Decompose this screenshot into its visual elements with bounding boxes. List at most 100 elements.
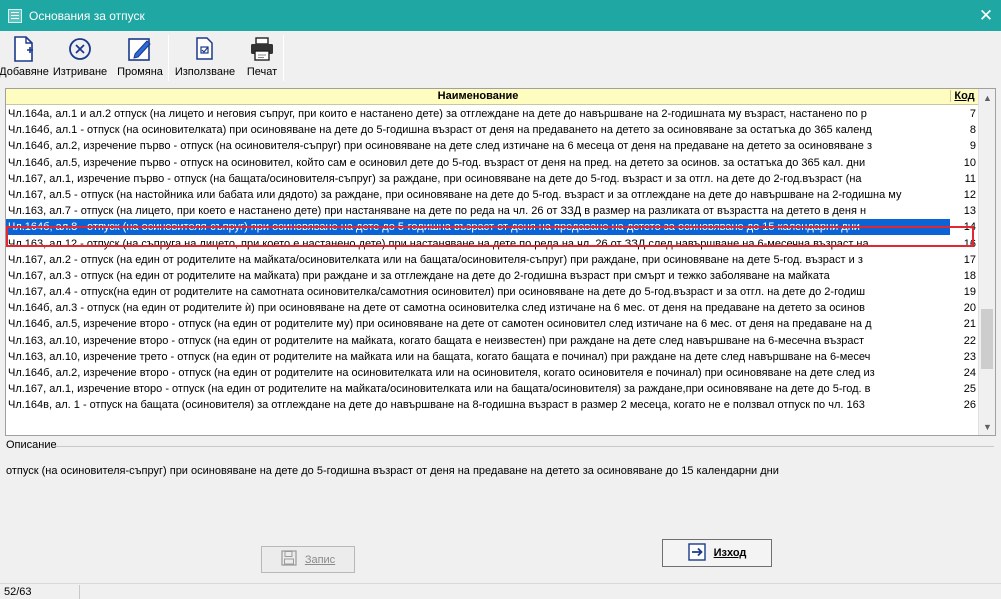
toolbar: Добавяне Изтриване Промяна Използване Пе… bbox=[0, 31, 1001, 86]
table-row[interactable]: Чл.164б, ал.3 - отпуск (на един от родит… bbox=[6, 300, 978, 316]
row-name-cell: Чл.163, ал.10, изречение второ - отпуск … bbox=[8, 334, 865, 347]
row-code-cell: 18 bbox=[963, 269, 976, 282]
description-divider bbox=[56, 446, 994, 447]
print-button[interactable]: Печат bbox=[241, 31, 283, 83]
row-name-cell: Чл.167, ал.1, изречение първо - отпуск (… bbox=[8, 172, 862, 185]
use-label: Използване bbox=[174, 66, 236, 78]
app-icon bbox=[8, 8, 22, 23]
row-name-cell: Чл.163, ал.12 - отпуск (на съпруга на ли… bbox=[8, 237, 869, 250]
row-code-cell: 14 bbox=[963, 221, 976, 234]
row-name-cell: Чл.164а, ал.1 и ал.2 отпуск (на лицето и… bbox=[8, 108, 867, 120]
edit-label: Промяна bbox=[117, 66, 163, 78]
row-name-cell: Чл.163, ал.10, изречение трето - отпуск … bbox=[8, 350, 871, 363]
row-name-cell: Чл.164б, ал.3 - отпуск (на един от родит… bbox=[8, 302, 865, 315]
description-label: Описание bbox=[6, 439, 57, 451]
toolbar-separator bbox=[283, 35, 284, 81]
exit-button[interactable]: Изход bbox=[662, 539, 772, 567]
table-row[interactable]: Чл.167, ал.3 - отпуск (на един от родите… bbox=[6, 268, 978, 284]
row-code-cell: 19 bbox=[963, 286, 976, 299]
printer-icon bbox=[247, 35, 277, 63]
grid-rows: Чл.164а, ал.1 и ал.2 отпуск (на лицето и… bbox=[6, 106, 978, 414]
table-row[interactable]: Чл.163, ал.12 - отпуск (на съпруга на ли… bbox=[6, 236, 978, 252]
table-row[interactable]: Чл.164б, ал.5, изречение второ - отпуск … bbox=[6, 316, 978, 332]
window-title: Основания за отпуск bbox=[29, 8, 145, 23]
row-code-cell: 20 bbox=[963, 302, 976, 315]
table-row[interactable]: Чл.167, ал.2 - отпуск (на един от родите… bbox=[6, 252, 978, 268]
column-header-name[interactable]: Наименование bbox=[6, 90, 950, 102]
use-button[interactable]: Използване bbox=[171, 31, 239, 83]
delete-button[interactable]: Изтриване bbox=[50, 31, 110, 83]
row-name-cell: Чл.164в, ал. 1 - отпуск на бащата (осино… bbox=[8, 399, 865, 412]
row-code-cell: 7 bbox=[969, 108, 976, 120]
table-row[interactable]: Чл.163, ал.7 - отпуск (на лицето, при ко… bbox=[6, 203, 978, 219]
vertical-scrollbar[interactable]: ▲ ▼ bbox=[978, 89, 995, 435]
table-row[interactable]: Чл.164б, ал.2, изречение първо - отпуск … bbox=[6, 138, 978, 154]
row-code-cell: 25 bbox=[963, 383, 976, 396]
status-separator bbox=[79, 585, 80, 599]
column-header-code[interactable]: Код bbox=[950, 90, 978, 102]
row-code-cell: 24 bbox=[963, 367, 976, 379]
scroll-up-icon[interactable]: ▲ bbox=[979, 89, 995, 106]
row-name-cell: Чл.167, ал.4 - отпуск(на един от родител… bbox=[8, 286, 866, 299]
row-code-cell: 17 bbox=[963, 253, 976, 266]
row-code-cell: 22 bbox=[963, 334, 976, 347]
table-row[interactable]: Чл.164в, ал. 1 - отпуск на бащата (осино… bbox=[6, 397, 978, 413]
row-code-cell: 11 bbox=[964, 172, 976, 185]
scroll-thumb[interactable] bbox=[981, 309, 993, 369]
table-row[interactable]: Чл.167, ал.1, изречение първо - отпуск (… bbox=[6, 171, 978, 187]
exit-label: Изход bbox=[713, 547, 747, 559]
edit-button[interactable]: Промяна bbox=[112, 31, 168, 83]
leave-reasons-grid[interactable]: Наименование Код Чл.164а, ал.1 и ал.2 от… bbox=[5, 88, 996, 436]
new-document-icon bbox=[9, 35, 39, 63]
save-button[interactable]: Запис bbox=[261, 546, 355, 573]
row-name-cell: Чл.164б, ал.5, изречение второ - отпуск … bbox=[8, 318, 872, 331]
table-row[interactable]: Чл.163, ал.10, изречение трето - отпуск … bbox=[6, 349, 978, 365]
record-position: 52/63 bbox=[4, 586, 32, 598]
table-row[interactable]: Чл.167, ал.4 - отпуск(на един от родител… bbox=[6, 284, 978, 300]
delete-label: Изтриване bbox=[52, 66, 108, 78]
exit-arrow-icon bbox=[687, 542, 706, 564]
table-row[interactable]: Чл.164б, ал.5, изречение първо - отпуск … bbox=[6, 155, 978, 171]
row-code-cell: 13 bbox=[963, 205, 976, 218]
row-name-cell: Чл.167, ал.2 - отпуск (на един от родите… bbox=[8, 253, 863, 266]
document-check-icon bbox=[190, 35, 220, 63]
row-name-cell: Чл.164б, ал.5, изречение първо - отпуск … bbox=[8, 156, 866, 169]
grid-header: Наименование Код bbox=[6, 89, 978, 105]
add-button[interactable]: Добавяне bbox=[0, 31, 49, 83]
row-name-cell: Чл.164б, ал.2, изречение второ - отпуск … bbox=[8, 367, 875, 379]
table-row[interactable]: Чл.164а, ал.1 и ал.2 отпуск (на лицето и… bbox=[6, 106, 978, 122]
row-name-cell: Чл.163, ал.7 - отпуск (на лицето, при ко… bbox=[8, 205, 867, 218]
row-code-cell: 12 bbox=[963, 188, 976, 201]
add-label: Добавяне bbox=[0, 66, 49, 78]
table-row-selected[interactable]: Чл.164б, ал.8 - отпуск (на осиновителя-с… bbox=[6, 219, 978, 236]
table-row[interactable]: Чл.163, ал.10, изречение второ - отпуск … bbox=[6, 333, 978, 349]
row-name-cell: Чл.167, ал.3 - отпуск (на един от родите… bbox=[8, 269, 830, 282]
table-row[interactable]: Чл.164б, ал.1 - отпуск (на осиновителкат… bbox=[6, 122, 978, 138]
row-code-cell: 21 bbox=[963, 318, 976, 331]
floppy-disk-icon bbox=[281, 550, 297, 569]
title-bar: Основания за отпуск ✕ bbox=[0, 0, 1001, 31]
row-code-cell: 10 bbox=[963, 156, 976, 169]
toolbar-separator bbox=[168, 35, 169, 81]
delete-circle-icon bbox=[65, 35, 95, 63]
row-name-cell: Чл.164б, ал.2, изречение първо - отпуск … bbox=[8, 140, 872, 153]
description-text: отпуск (на осиновителя-съпруг) при осино… bbox=[6, 465, 779, 477]
row-name-cell: Чл.167, ал.5 - отпуск (на настойника или… bbox=[8, 188, 902, 201]
row-name-cell: Чл.164б, ал.8 - отпуск (на осиновителя-с… bbox=[6, 219, 950, 236]
status-bar: 52/63 bbox=[0, 583, 1001, 599]
table-row[interactable]: Чл.167, ал.1, изречение второ - отпуск (… bbox=[6, 381, 978, 397]
row-name-cell: Чл.167, ал.1, изречение второ - отпуск (… bbox=[8, 383, 871, 396]
scroll-down-icon[interactable]: ▼ bbox=[979, 418, 995, 435]
row-code-cell: 26 bbox=[963, 399, 976, 412]
table-row[interactable]: Чл.167, ал.5 - отпуск (на настойника или… bbox=[6, 187, 978, 203]
save-label: Запис bbox=[304, 553, 336, 566]
table-row[interactable]: Чл.164б, ал.2, изречение второ - отпуск … bbox=[6, 365, 978, 381]
row-code-cell: 9 bbox=[969, 140, 976, 153]
row-code-cell: 8 bbox=[969, 124, 976, 137]
close-icon[interactable]: ✕ bbox=[971, 0, 1001, 31]
pencil-edit-icon bbox=[125, 35, 155, 63]
row-name-cell: Чл.164б, ал.1 - отпуск (на осиновителкат… bbox=[8, 124, 872, 137]
print-label: Печат bbox=[246, 66, 278, 78]
row-code-cell: 23 bbox=[963, 350, 976, 363]
row-code-cell: 16 bbox=[963, 237, 976, 250]
